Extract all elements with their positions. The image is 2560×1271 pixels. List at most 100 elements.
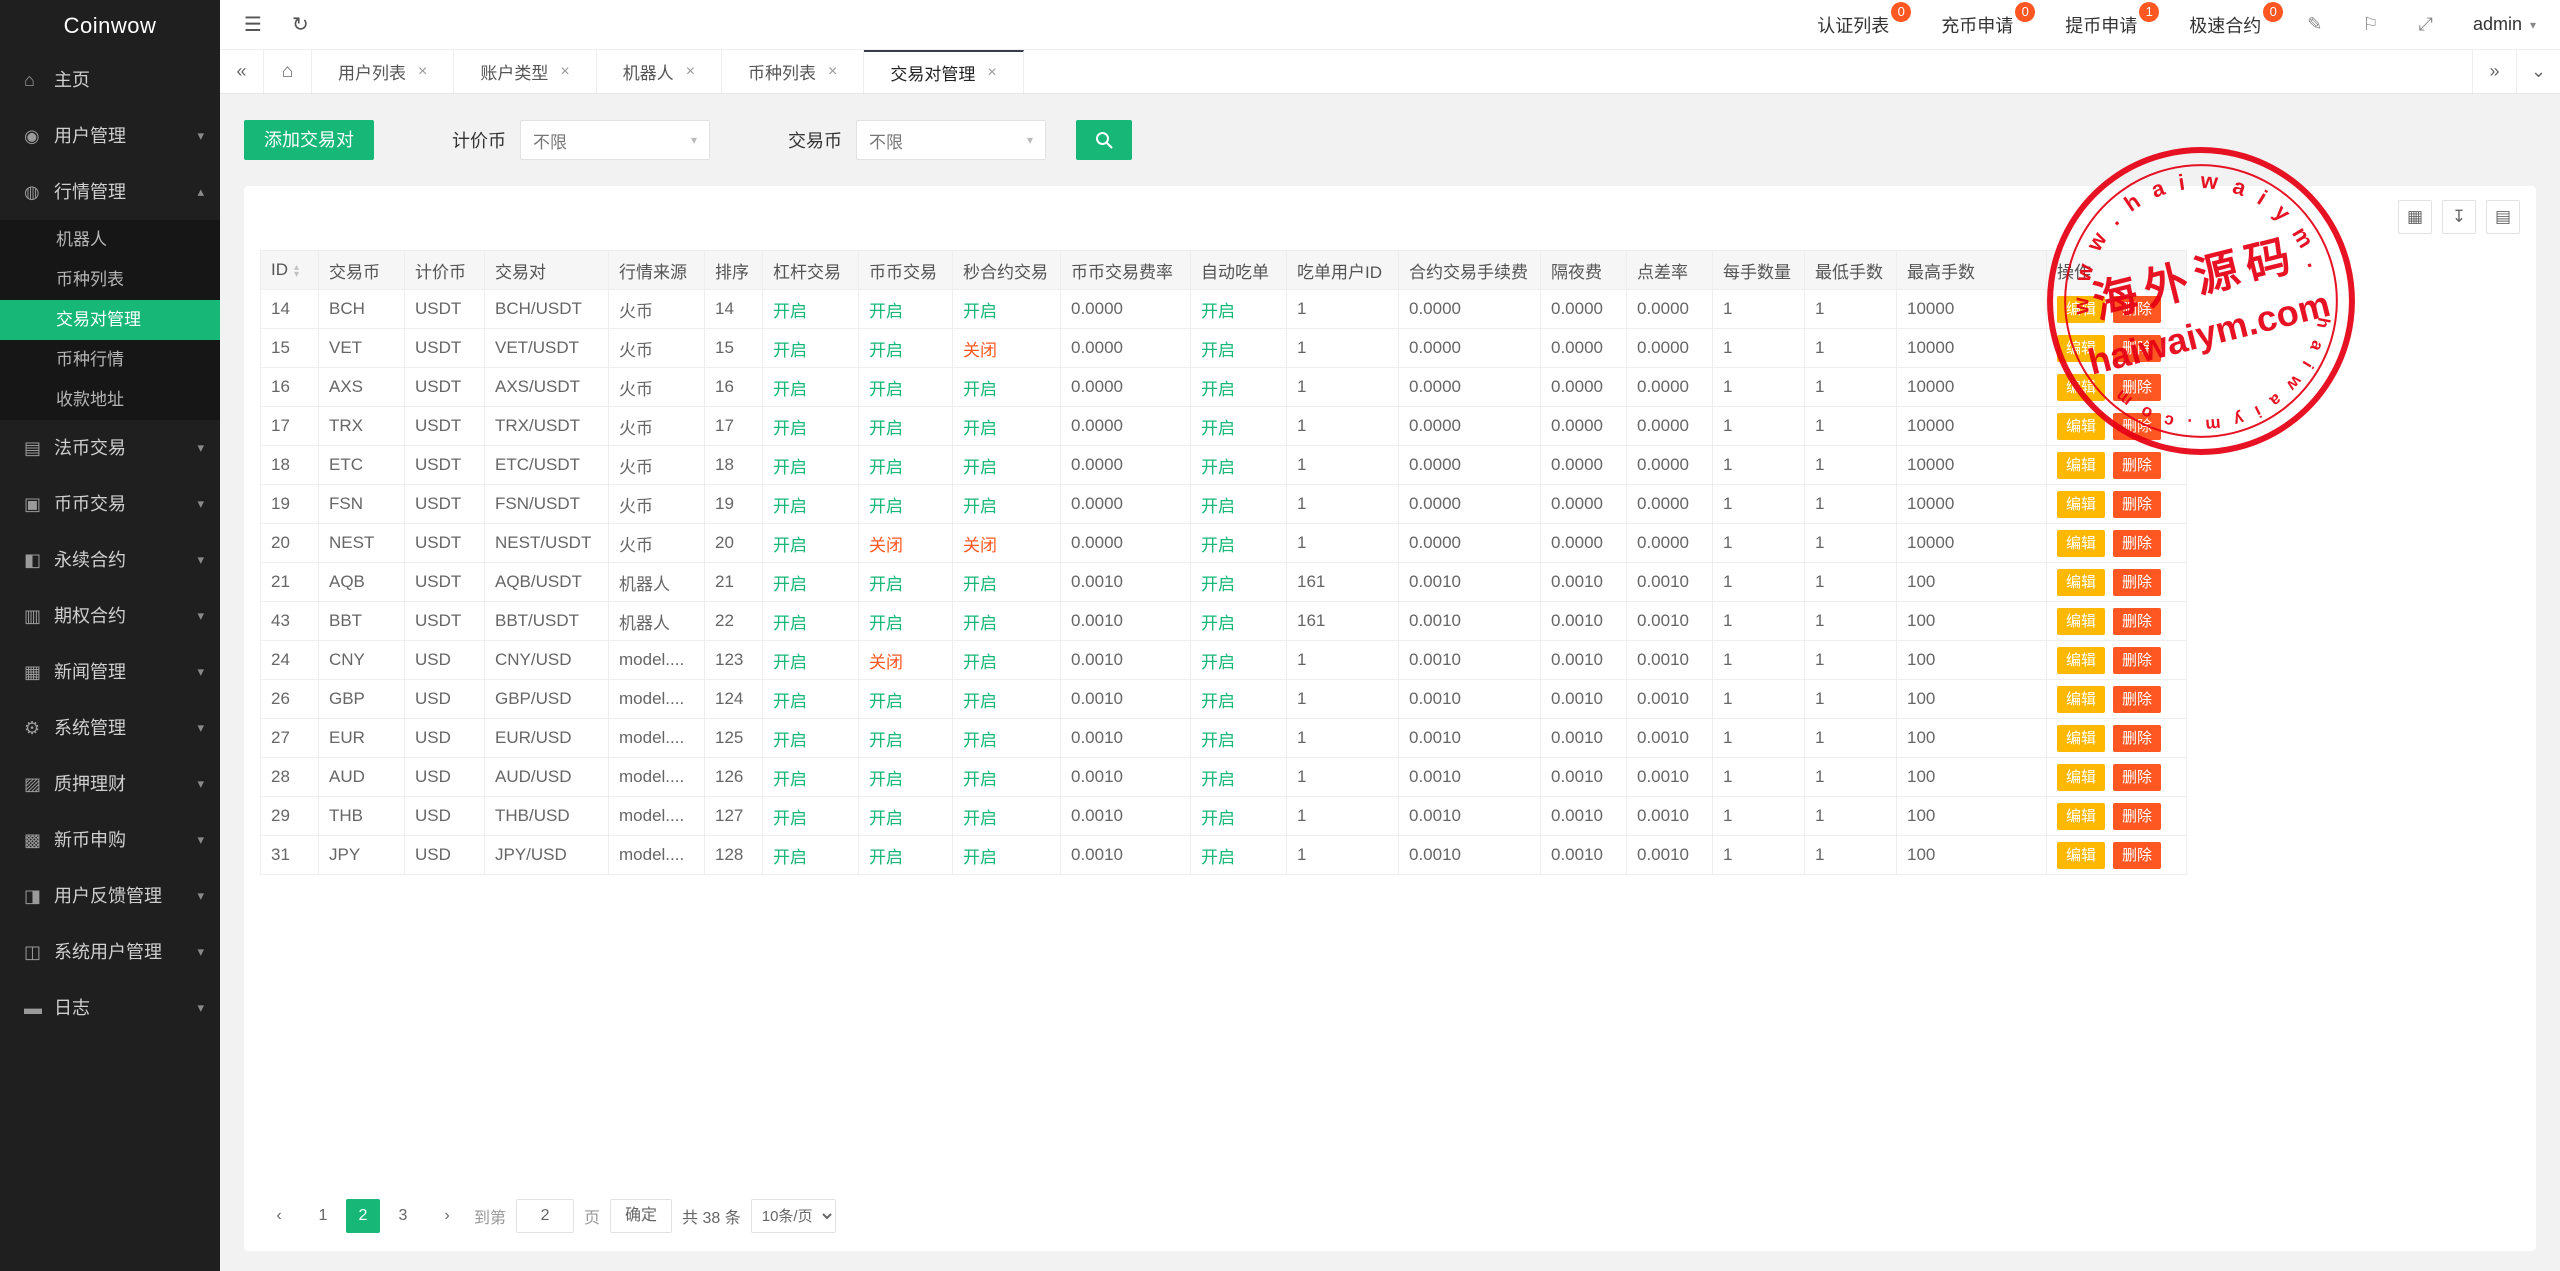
- cell-contract_fee: 0.0010: [1399, 797, 1541, 836]
- edit-button[interactable]: 编辑: [2057, 413, 2105, 440]
- topbar-link-极速合约[interactable]: 极速合约0: [2189, 12, 2267, 38]
- delete-button[interactable]: 删除: [2113, 374, 2161, 401]
- topbar-link-提币申请[interactable]: 提币申请1: [2065, 12, 2143, 38]
- cell-coin: CNY: [319, 641, 405, 680]
- edit-button[interactable]: 编辑: [2057, 686, 2105, 713]
- delete-button[interactable]: 删除: [2113, 452, 2161, 479]
- tabs-scroll-right-icon[interactable]: »: [2472, 50, 2516, 93]
- delete-button[interactable]: 删除: [2113, 530, 2161, 557]
- close-icon[interactable]: ×: [686, 63, 695, 81]
- sidebar-item-4[interactable]: ▣币币交易▾: [0, 476, 220, 532]
- page-size-select[interactable]: 10条/页: [751, 1199, 836, 1233]
- sidebar-item-9[interactable]: ▨质押理财▾: [0, 756, 220, 812]
- tag-icon[interactable]: ⚐: [2362, 14, 2378, 35]
- sidebar-subitem-机器人[interactable]: 机器人: [0, 220, 220, 260]
- cell-coin: AQB: [319, 563, 405, 602]
- sidebar-item-11[interactable]: ◨用户反馈管理▾: [0, 868, 220, 924]
- sidebar-item-12[interactable]: ◫系统用户管理▾: [0, 924, 220, 980]
- topbar-link-充币申请[interactable]: 充币申请0: [1941, 12, 2019, 38]
- sidebar-subitem-币种行情[interactable]: 币种行情: [0, 340, 220, 380]
- collapse-menu-icon[interactable]: ☰: [244, 12, 262, 37]
- delete-button[interactable]: 删除: [2113, 647, 2161, 674]
- close-icon[interactable]: ×: [987, 64, 996, 82]
- edit-button[interactable]: 编辑: [2057, 725, 2105, 752]
- app-logo: Coinwow: [0, 0, 220, 52]
- sidebar-item-5[interactable]: ◧永续合约▾: [0, 532, 220, 588]
- sidebar-item-6[interactable]: ▥期权合约▾: [0, 588, 220, 644]
- delete-button[interactable]: 删除: [2113, 608, 2161, 635]
- edit-button[interactable]: 编辑: [2057, 374, 2105, 401]
- delete-button[interactable]: 删除: [2113, 803, 2161, 830]
- edit-button[interactable]: 编辑: [2057, 764, 2105, 791]
- tabs-more-icon[interactable]: ⌄: [2516, 50, 2560, 93]
- edit-button[interactable]: 编辑: [2057, 335, 2105, 362]
- cell-sort: 17: [705, 407, 763, 446]
- edit-button[interactable]: 编辑: [2057, 530, 2105, 557]
- close-icon[interactable]: ×: [828, 63, 837, 81]
- refresh-icon[interactable]: ↻: [292, 12, 309, 37]
- sidebar-item-13[interactable]: ▬日志▾: [0, 980, 220, 1036]
- delete-button[interactable]: 删除: [2113, 569, 2161, 596]
- edit-button[interactable]: 编辑: [2057, 569, 2105, 596]
- tab-币种列表[interactable]: 币种列表×: [722, 50, 864, 93]
- cell-spot: 关闭: [859, 641, 953, 680]
- prev-page-icon[interactable]: ‹: [262, 1199, 296, 1233]
- edit-button[interactable]: 编辑: [2057, 803, 2105, 830]
- close-icon[interactable]: ×: [560, 63, 569, 81]
- tab-机器人[interactable]: 机器人×: [597, 50, 722, 93]
- edit-button[interactable]: 编辑: [2057, 608, 2105, 635]
- delete-button[interactable]: 删除: [2113, 335, 2161, 362]
- edit-button[interactable]: 编辑: [2057, 452, 2105, 479]
- delete-button[interactable]: 删除: [2113, 764, 2161, 791]
- sort-icon[interactable]: ▴▾: [294, 264, 299, 278]
- edit-button[interactable]: 编辑: [2057, 842, 2105, 869]
- add-pair-button[interactable]: 添加交易对: [244, 120, 374, 160]
- sidebar-item-8[interactable]: ⚙系统管理▾: [0, 700, 220, 756]
- column-filter-button[interactable]: ▦: [2398, 200, 2432, 234]
- cell-auto_eat: 开启: [1191, 407, 1287, 446]
- trade-coin-select[interactable]: 不限 ▾: [856, 120, 1046, 160]
- delete-button[interactable]: 删除: [2113, 413, 2161, 440]
- topbar-link-认证列表[interactable]: 认证列表0: [1817, 12, 1895, 38]
- sidebar-subitem-币种列表[interactable]: 币种列表: [0, 260, 220, 300]
- sidebar-item-1[interactable]: ◉用户管理▾: [0, 108, 220, 164]
- sidebar-item-10[interactable]: ▩新币申购▾: [0, 812, 220, 868]
- sidebar-item-0[interactable]: ⌂主页: [0, 52, 220, 108]
- message-icon[interactable]: ✎: [2307, 14, 2322, 35]
- cell-min_lot: 1: [1805, 719, 1897, 758]
- sidebar-subitem-收款地址[interactable]: 收款地址: [0, 380, 220, 420]
- sidebar-item-3[interactable]: ▤法币交易▾: [0, 420, 220, 476]
- user-menu[interactable]: admin ▾: [2473, 14, 2536, 35]
- column-header-ID[interactable]: ID▴▾: [261, 251, 319, 290]
- delete-button[interactable]: 删除: [2113, 491, 2161, 518]
- delete-button[interactable]: 删除: [2113, 842, 2161, 869]
- delete-button[interactable]: 删除: [2113, 686, 2161, 713]
- sidebar-subitem-交易对管理[interactable]: 交易对管理: [0, 300, 220, 340]
- export-button[interactable]: ↧: [2442, 200, 2476, 234]
- tab-交易对管理[interactable]: 交易对管理×: [864, 50, 1023, 93]
- fullscreen-icon[interactable]: ⤢: [2419, 14, 2433, 35]
- close-icon[interactable]: ×: [418, 63, 427, 81]
- cell-contract_fee: 0.0010: [1399, 563, 1541, 602]
- tab-账户类型[interactable]: 账户类型×: [454, 50, 596, 93]
- next-page-icon[interactable]: ›: [430, 1199, 464, 1233]
- tab-home[interactable]: ⌂: [264, 50, 312, 93]
- sidebar-item-2[interactable]: ◍行情管理▴: [0, 164, 220, 220]
- jump-page-input[interactable]: [516, 1199, 574, 1233]
- page-button-1[interactable]: 1: [306, 1199, 340, 1233]
- search-button[interactable]: [1076, 120, 1132, 160]
- tab-用户列表[interactable]: 用户列表×: [312, 50, 454, 93]
- edit-button[interactable]: 编辑: [2057, 491, 2105, 518]
- sidebar-item-7[interactable]: ▦新闻管理▾: [0, 644, 220, 700]
- edit-button[interactable]: 编辑: [2057, 647, 2105, 674]
- page-button-3[interactable]: 3: [386, 1199, 420, 1233]
- edit-button[interactable]: 编辑: [2057, 296, 2105, 323]
- print-button[interactable]: ▤: [2486, 200, 2520, 234]
- column-header-行情来源: 行情来源: [609, 251, 705, 290]
- delete-button[interactable]: 删除: [2113, 725, 2161, 752]
- confirm-button[interactable]: 确定: [610, 1199, 672, 1233]
- page-button-2[interactable]: 2: [346, 1199, 380, 1233]
- delete-button[interactable]: 删除: [2113, 296, 2161, 323]
- quote-coin-select[interactable]: 不限 ▾: [520, 120, 710, 160]
- tabs-scroll-left-icon[interactable]: «: [220, 50, 264, 93]
